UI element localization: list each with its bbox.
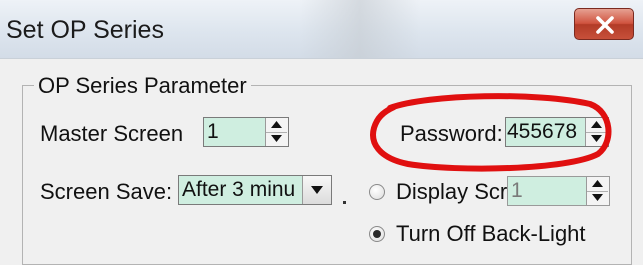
turn-off-backlight-label: Turn Off Back-Light <box>396 221 586 246</box>
master-screen-spinbox[interactable]: 1 <box>203 117 289 147</box>
spin-up-icon <box>591 121 602 128</box>
title-bar[interactable]: Set OP Series <box>0 0 643 58</box>
screen-save-dropdown[interactable]: After 3 minu <box>178 175 332 205</box>
spin-down-icon <box>271 135 282 142</box>
turn-off-backlight-radio[interactable] <box>369 226 385 242</box>
password-label: Password: <box>400 121 503 146</box>
group-label: OP Series Parameter <box>34 73 251 99</box>
window-title: Set OP Series <box>6 16 164 44</box>
display-screen-up-button[interactable] <box>587 177 608 192</box>
spin-buttons <box>585 118 608 146</box>
radio-selected-dot <box>373 230 381 238</box>
master-screen-up-button[interactable] <box>266 118 287 133</box>
dropdown-arrow-icon <box>311 186 323 194</box>
password-spinbox[interactable]: 455678 <box>505 117 609 147</box>
spin-buttons <box>586 177 609 205</box>
title-blur <box>300 0 420 58</box>
display-screen-down-button[interactable] <box>587 191 608 205</box>
spin-down-icon <box>591 135 602 142</box>
master-screen-label: Master Screen <box>40 121 184 146</box>
screen-save-label: Screen Save: <box>40 179 173 204</box>
screen-save-dropdown-button[interactable] <box>302 176 331 204</box>
password-value[interactable]: 455678 <box>506 118 586 146</box>
close-button[interactable] <box>574 8 634 40</box>
spin-up-icon <box>592 180 603 187</box>
separator-dot <box>343 201 346 204</box>
spin-down-icon <box>592 194 603 201</box>
display-screen-label: Display Scre <box>396 179 508 204</box>
display-screen-radio[interactable] <box>369 184 385 200</box>
close-icon <box>596 16 614 34</box>
spin-buttons <box>265 118 288 146</box>
display-screen-spinbox[interactable]: 1 <box>507 176 610 206</box>
display-screen-value[interactable]: 1 <box>508 177 587 205</box>
spin-up-icon <box>271 121 282 128</box>
master-screen-down-button[interactable] <box>266 132 287 146</box>
password-up-button[interactable] <box>586 118 607 133</box>
screen-save-value: After 3 minu <box>182 178 296 201</box>
master-screen-value[interactable]: 1 <box>204 118 266 146</box>
password-down-button[interactable] <box>586 132 607 146</box>
